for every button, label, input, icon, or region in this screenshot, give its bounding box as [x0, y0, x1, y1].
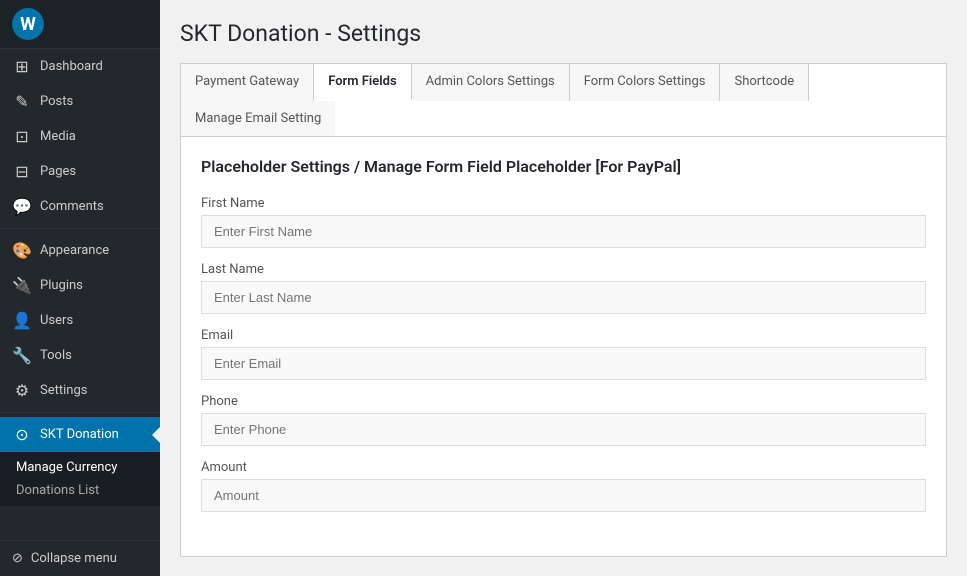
appearance-icon: 🎨	[12, 241, 32, 260]
sidebar-item-appearance[interactable]: 🎨 Appearance	[0, 233, 160, 268]
amount-input[interactable]	[201, 479, 926, 512]
sidebar-item-label: Comments	[40, 199, 104, 214]
tab-admin-colors[interactable]: Admin Colors Settings	[412, 64, 570, 101]
sidebar-item-posts[interactable]: ✎ Posts	[0, 84, 160, 119]
settings-icon: ⚙	[12, 381, 32, 400]
phone-input[interactable]	[201, 413, 926, 446]
page-title: SKT Donation - Settings	[180, 20, 947, 47]
sidebar-item-label: Settings	[40, 383, 87, 398]
field-group-last-name: Last Name	[201, 262, 926, 314]
pages-icon: ⊟	[12, 162, 32, 181]
posts-icon: ✎	[12, 92, 32, 111]
sidebar-item-label: Dashboard	[40, 59, 103, 74]
wp-logo-icon: W	[12, 8, 44, 40]
tab-shortcode[interactable]: Shortcode	[720, 64, 809, 101]
content-box: Placeholder Settings / Manage Form Field…	[180, 137, 947, 557]
skt-sub-menu: Manage Currency Donations List	[0, 452, 160, 506]
users-icon: 👤	[12, 311, 32, 330]
field-group-email: Email	[201, 328, 926, 380]
section-title: Placeholder Settings / Manage Form Field…	[201, 157, 926, 176]
sidebar-item-label: Appearance	[40, 243, 109, 258]
sidebar-item-tools[interactable]: 🔧 Tools	[0, 338, 160, 373]
sidebar-logo: W	[0, 0, 160, 49]
sidebar-item-users[interactable]: 👤 Users	[0, 303, 160, 338]
sidebar-item-label: Posts	[40, 94, 73, 109]
sidebar-item-label: Media	[40, 129, 76, 144]
sidebar-item-plugins[interactable]: 🔌 Plugins	[0, 268, 160, 303]
collapse-label: Collapse menu	[31, 551, 117, 566]
skt-donation-icon: ⊙	[12, 425, 32, 444]
last-name-input[interactable]	[201, 281, 926, 314]
first-name-label: First Name	[201, 196, 926, 211]
collapse-menu-button[interactable]: ⊘ Collapse menu	[0, 540, 160, 576]
tabs-bar: Payment Gateway Form Fields Admin Colors…	[180, 63, 947, 137]
main-content: SKT Donation - Settings Payment Gateway …	[160, 0, 967, 576]
sidebar-item-dashboard[interactable]: ⊞ Dashboard	[0, 49, 160, 84]
sidebar-item-settings[interactable]: ⚙ Settings	[0, 373, 160, 408]
sidebar-sub-donations-list[interactable]: Donations List	[0, 479, 160, 502]
field-group-first-name: First Name	[201, 196, 926, 248]
sidebar-item-comments[interactable]: 💬 Comments	[0, 189, 160, 224]
last-name-label: Last Name	[201, 262, 926, 277]
media-icon: ⊡	[12, 127, 32, 146]
sidebar-sub-manage-currency[interactable]: Manage Currency	[0, 456, 160, 479]
collapse-icon: ⊘	[12, 551, 23, 566]
active-indicator	[152, 427, 160, 443]
tab-payment-gateway[interactable]: Payment Gateway	[181, 64, 314, 101]
field-group-phone: Phone	[201, 394, 926, 446]
plugins-icon: 🔌	[12, 276, 32, 295]
sidebar: W ⊞ Dashboard ✎ Posts ⊡ Media ⊟ Pages 💬 …	[0, 0, 160, 576]
phone-label: Phone	[201, 394, 926, 409]
email-label: Email	[201, 328, 926, 343]
tab-form-fields[interactable]: Form Fields	[314, 64, 411, 101]
sidebar-item-label: Tools	[40, 348, 72, 363]
sidebar-item-label: SKT Donation	[40, 427, 119, 442]
dashboard-icon: ⊞	[12, 57, 32, 76]
sidebar-item-media[interactable]: ⊡ Media	[0, 119, 160, 154]
amount-label: Amount	[201, 460, 926, 475]
sidebar-item-pages[interactable]: ⊟ Pages	[0, 154, 160, 189]
email-input[interactable]	[201, 347, 926, 380]
sidebar-item-label: Plugins	[40, 278, 83, 293]
sidebar-item-label: Users	[40, 313, 73, 328]
sidebar-item-skt-donation[interactable]: ⊙ SKT Donation	[0, 417, 160, 452]
tab-manage-email[interactable]: Manage Email Setting	[181, 101, 335, 136]
tools-icon: 🔧	[12, 346, 32, 365]
field-group-amount: Amount	[201, 460, 926, 512]
tab-form-colors[interactable]: Form Colors Settings	[570, 64, 721, 101]
sidebar-item-label: Pages	[40, 164, 76, 179]
first-name-input[interactable]	[201, 215, 926, 248]
comments-icon: 💬	[12, 197, 32, 216]
